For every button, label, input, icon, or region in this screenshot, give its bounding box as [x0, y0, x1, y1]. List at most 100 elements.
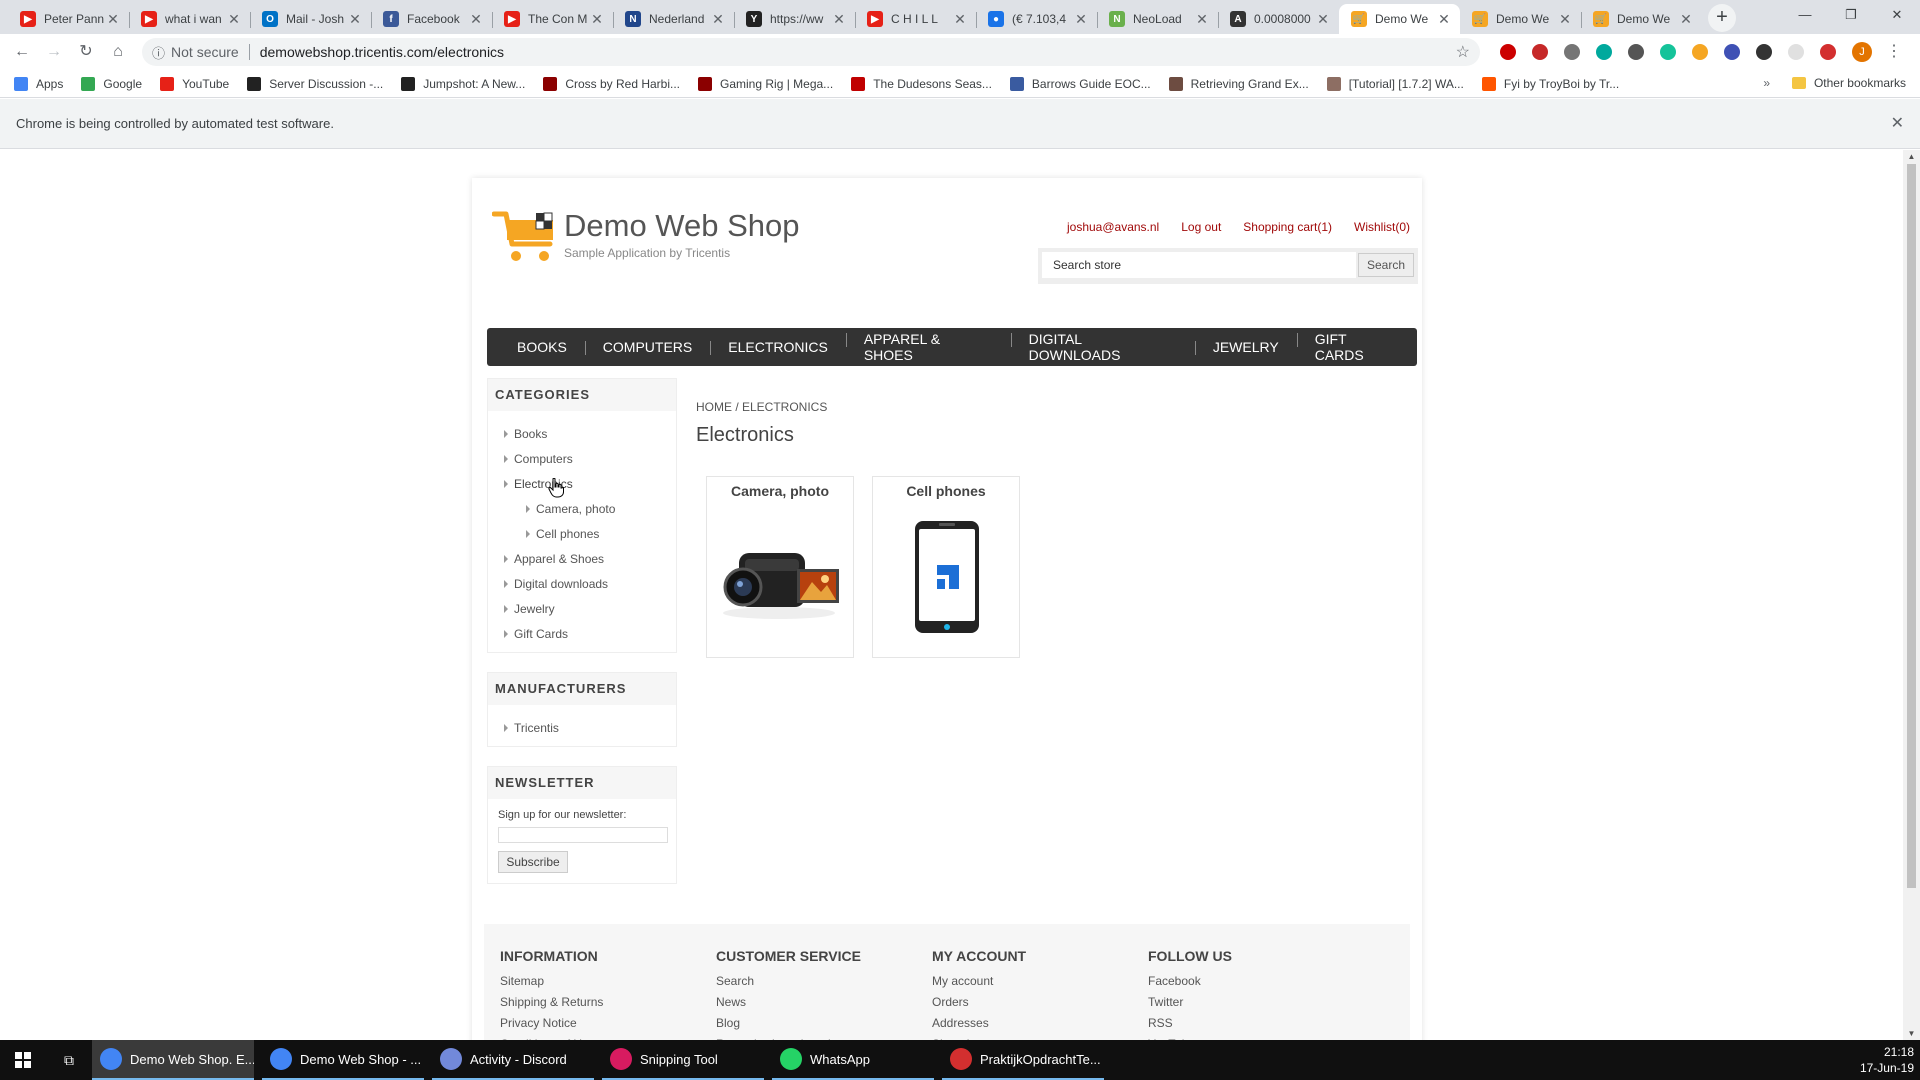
scroll-down-icon[interactable]: ▼: [1903, 1029, 1920, 1038]
tab-close-icon[interactable]: ✕: [1315, 11, 1331, 28]
footer-link[interactable]: Facebook: [1148, 974, 1368, 995]
home-icon[interactable]: ⌂: [104, 38, 132, 66]
back-icon[interactable]: ←: [8, 38, 36, 66]
browser-tab[interactable]: O Mail - Josh ✕: [250, 4, 371, 34]
category-item[interactable]: Digital downloads: [488, 571, 676, 596]
footer-link[interactable]: Privacy Notice: [500, 1016, 720, 1037]
top-menu-item[interactable]: ELECTRONICS: [710, 339, 846, 355]
top-menu-item[interactable]: COMPUTERS: [584, 339, 710, 355]
bookmark-item[interactable]: Retrieving Grand Ex...: [1168, 76, 1309, 91]
bookmark-item[interactable]: Server Discussion -...: [247, 76, 383, 91]
browser-tab[interactable]: ▶ Peter Pann ✕: [8, 4, 129, 34]
bookmark-item[interactable]: The Dudesons Seas...: [851, 76, 992, 91]
bookmark-item[interactable]: Cross by Red Harbi...: [543, 76, 680, 91]
browser-tab[interactable]: 🛒 Demo We ✕: [1581, 4, 1702, 34]
extension-icon[interactable]: [1628, 44, 1644, 60]
category-item[interactable]: Camera, photo: [488, 496, 676, 521]
taskbar-app[interactable]: Demo Web Shop. E...: [92, 1040, 254, 1080]
top-menu-item[interactable]: DIGITAL DOWNLOADS: [1010, 331, 1195, 363]
bookmarks-overflow-icon[interactable]: »: [1763, 76, 1770, 90]
extension-icon[interactable]: [1820, 44, 1836, 60]
search-input[interactable]: Search store: [1042, 252, 1356, 278]
camera-icon[interactable]: [717, 517, 845, 637]
category-item[interactable]: Apparel & Shoes: [488, 546, 676, 571]
bookmark-item[interactable]: Barrows Guide EOC...: [1009, 76, 1151, 91]
extension-icon[interactable]: [1500, 44, 1516, 60]
account-link[interactable]: joshua@avans.nl: [1067, 220, 1159, 234]
tab-close-icon[interactable]: ✕: [226, 11, 242, 28]
taskbar-app[interactable]: Activity - Discord: [432, 1040, 594, 1080]
shop-logo[interactable]: Demo Web Shop Sample Application by Tric…: [491, 208, 800, 266]
bookmark-item[interactable]: Gaming Rig | Mega...: [698, 76, 833, 91]
footer-link[interactable]: Twitter: [1148, 995, 1368, 1016]
system-clock[interactable]: 21:18 17-Jun-19: [1860, 1044, 1914, 1076]
browser-tab[interactable]: f Facebook ✕: [371, 4, 492, 34]
bookmark-star-icon[interactable]: ☆: [1456, 42, 1470, 62]
subscribe-button[interactable]: Subscribe: [498, 851, 568, 873]
subcategory-title[interactable]: Cell phones: [873, 483, 1019, 499]
extension-icon[interactable]: [1788, 44, 1804, 60]
browser-tab[interactable]: Yhttps://ww ✕: [734, 4, 855, 34]
scrollbar-thumb[interactable]: [1907, 164, 1916, 888]
logout-link[interactable]: Log out: [1181, 220, 1221, 234]
bookmark-item[interactable]: [Tutorial] [1.7.2] WA...: [1326, 76, 1464, 91]
bookmark-item[interactable]: Apps: [14, 76, 63, 91]
top-menu-item[interactable]: APPAREL & SHOES: [845, 331, 1011, 363]
footer-link[interactable]: Sitemap: [500, 974, 720, 995]
wishlist-link[interactable]: Wishlist(0): [1354, 220, 1410, 234]
newsletter-email-input[interactable]: [498, 827, 668, 843]
tab-close-icon[interactable]: ✕: [105, 11, 121, 28]
close-icon[interactable]: ✕: [1891, 113, 1904, 133]
browser-tab[interactable]: ▶ The Con M ✕: [492, 4, 613, 34]
bookmark-item[interactable]: Google: [81, 76, 142, 91]
browser-tab[interactable]: A 0.0008000 ✕: [1218, 4, 1339, 34]
tab-close-icon[interactable]: ✕: [1436, 11, 1452, 28]
bookmark-item[interactable]: Fyi by TroyBoi by Tr...: [1481, 76, 1619, 91]
tab-close-icon[interactable]: ✕: [1194, 11, 1210, 28]
extension-icon[interactable]: [1532, 44, 1548, 60]
page-scrollbar[interactable]: ▲ ▼: [1903, 150, 1920, 1040]
menu-icon[interactable]: ⋮: [1880, 38, 1908, 66]
footer-link[interactable]: Search: [716, 974, 936, 995]
tab-close-icon[interactable]: ✕: [1557, 11, 1573, 28]
new-tab-button[interactable]: +: [1708, 4, 1736, 32]
breadcrumb[interactable]: HOME / ELECTRONICS: [696, 400, 827, 414]
taskbar-app[interactable]: Demo Web Shop - ...: [262, 1040, 424, 1080]
extension-icon[interactable]: [1692, 44, 1708, 60]
tab-close-icon[interactable]: ✕: [831, 11, 847, 28]
task-view-icon[interactable]: ⧉: [46, 1040, 92, 1080]
footer-link[interactable]: Shipping & Returns: [500, 995, 720, 1016]
top-menu-item[interactable]: JEWELRY: [1194, 339, 1297, 355]
extension-icon[interactable]: [1596, 44, 1612, 60]
footer-link[interactable]: Addresses: [932, 1016, 1152, 1037]
subcategory-cell-phones[interactable]: Cell phones: [872, 476, 1020, 658]
scroll-up-icon[interactable]: ▲: [1903, 152, 1920, 161]
info-icon[interactable]: ⓘ: [152, 43, 165, 62]
subcategory-title[interactable]: Camera, photo: [707, 483, 853, 499]
footer-link[interactable]: RSS: [1148, 1016, 1368, 1037]
extension-icon[interactable]: [1564, 44, 1580, 60]
tab-close-icon[interactable]: ✕: [710, 11, 726, 28]
browser-tab[interactable]: ● (€ 7.103,4 ✕: [976, 4, 1097, 34]
tab-close-icon[interactable]: ✕: [1073, 11, 1089, 28]
start-button[interactable]: [0, 1040, 46, 1080]
browser-tab[interactable]: 🛒 Demo We ✕: [1339, 4, 1460, 34]
minimize-icon[interactable]: —: [1782, 0, 1828, 30]
category-item[interactable]: Cell phones: [488, 521, 676, 546]
footer-link[interactable]: News: [716, 995, 936, 1016]
taskbar-app[interactable]: WhatsApp: [772, 1040, 934, 1080]
taskbar-app[interactable]: PraktijkOpdrachtTe...: [942, 1040, 1104, 1080]
address-bar[interactable]: ⓘ Not secure demowebshop.tricentis.com/e…: [142, 38, 1480, 66]
bookmark-item[interactable]: YouTube: [160, 76, 229, 91]
tab-close-icon[interactable]: ✕: [468, 11, 484, 28]
extension-icon[interactable]: [1756, 44, 1772, 60]
extension-icon[interactable]: [1660, 44, 1676, 60]
other-bookmarks[interactable]: Other bookmarks: [1791, 76, 1906, 90]
restore-icon[interactable]: ❐: [1828, 0, 1874, 30]
category-item[interactable]: Jewelry: [488, 596, 676, 621]
footer-link[interactable]: Orders: [932, 995, 1152, 1016]
browser-tab[interactable]: N Nederland ✕: [613, 4, 734, 34]
phone-icon[interactable]: [883, 517, 1011, 637]
browser-tab[interactable]: N NeoLoad ✕: [1097, 4, 1218, 34]
category-item[interactable]: Gift Cards: [488, 621, 676, 646]
